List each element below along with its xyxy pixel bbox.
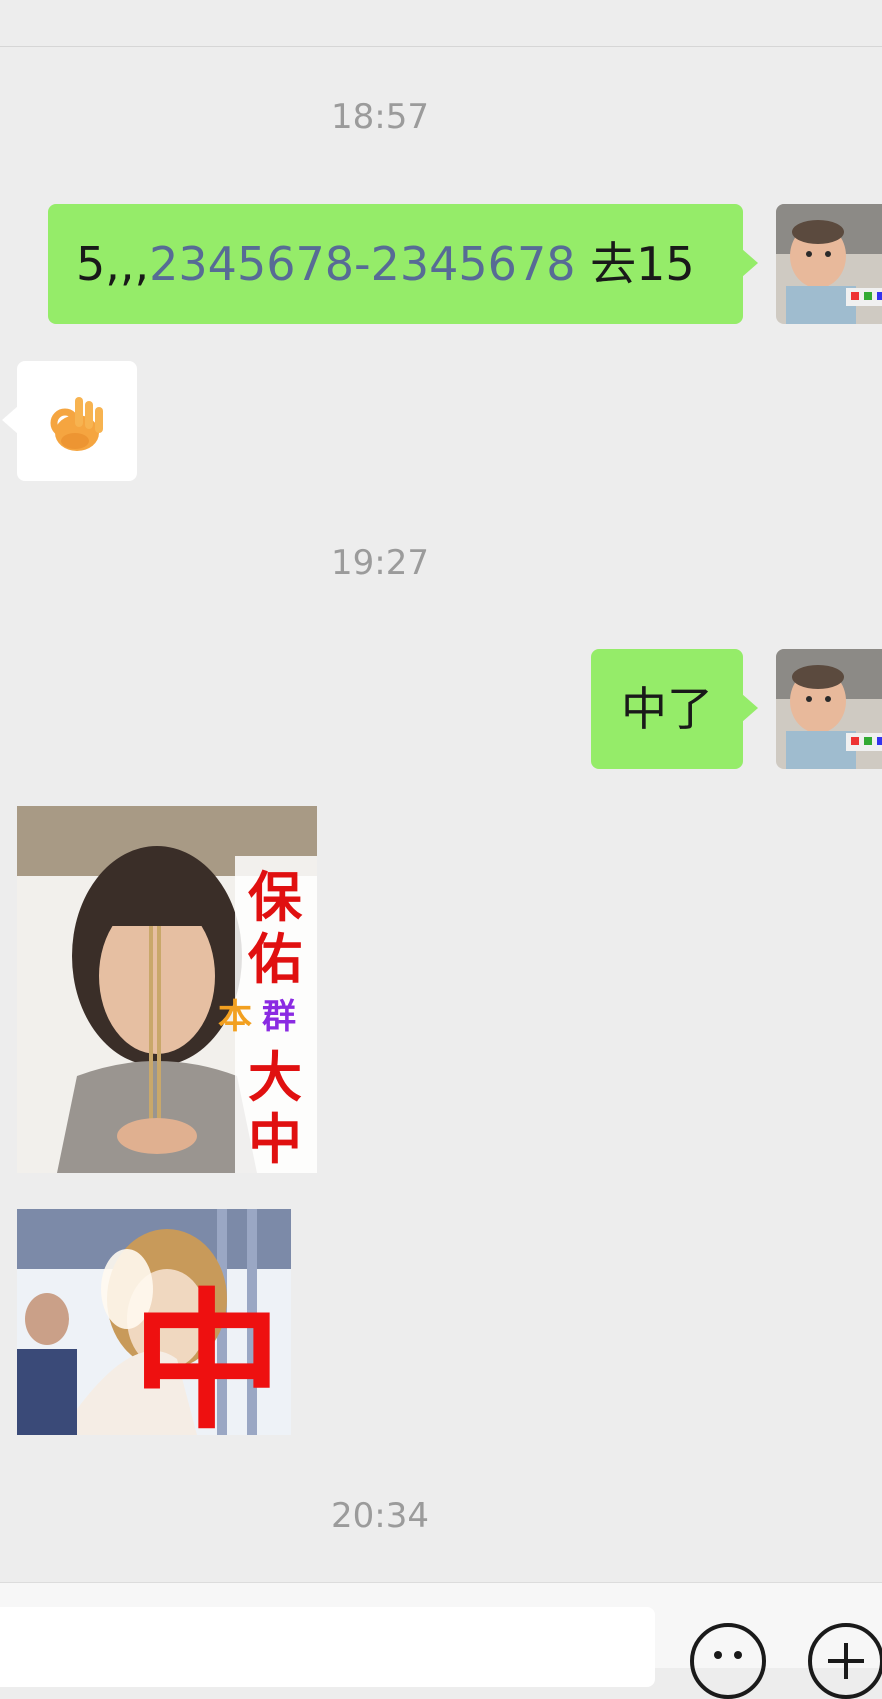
emoji-button[interactable]	[690, 1623, 766, 1699]
timestamp: 19:27	[331, 543, 429, 583]
sent-message-bubble[interactable]: 中了	[591, 649, 758, 769]
more-button[interactable]	[808, 1623, 882, 1699]
sent-message-bubble[interactable]: 5,,,2345678-2345678 去15	[48, 204, 758, 324]
sticker-caption-1: 保	[248, 866, 303, 929]
bubble-tail	[742, 694, 758, 722]
input-bar	[0, 1582, 882, 1699]
sticker-image-blessing[interactable]: 保 佑 本 群 大 中	[17, 806, 317, 1173]
message-text: 5,,,	[76, 237, 150, 291]
sticker-caption-3: 大	[248, 1046, 302, 1109]
sticker-caption-4: 中	[248, 1108, 302, 1171]
message-text: 中了	[621, 682, 713, 736]
timestamp: 20:34	[331, 1496, 429, 1536]
bubble-tail	[2, 406, 18, 434]
message-input[interactable]	[0, 1607, 655, 1687]
top-bar	[0, 0, 882, 47]
timestamp: 18:57	[331, 97, 429, 137]
sticker-colored-caption-2: 群	[262, 997, 296, 1037]
smiley-face-icon	[714, 1651, 742, 1659]
sticker-colored-caption-1: 本	[218, 997, 252, 1037]
sticker-caption-2: 佑	[247, 928, 302, 991]
sticker-image-win[interactable]: 中	[17, 1209, 291, 1435]
phone-number-link[interactable]: 2345678-2345678	[149, 237, 575, 291]
my-avatar[interactable]	[776, 649, 882, 769]
bubble-tail	[742, 249, 758, 277]
ok-hand-emoji-icon	[50, 397, 103, 451]
sticker-big-caption: 中	[132, 1276, 282, 1435]
plus-circle-icon	[828, 1643, 864, 1679]
my-avatar[interactable]	[776, 204, 882, 324]
message-text: 去15	[575, 237, 695, 291]
received-message-bubble[interactable]	[2, 361, 137, 481]
